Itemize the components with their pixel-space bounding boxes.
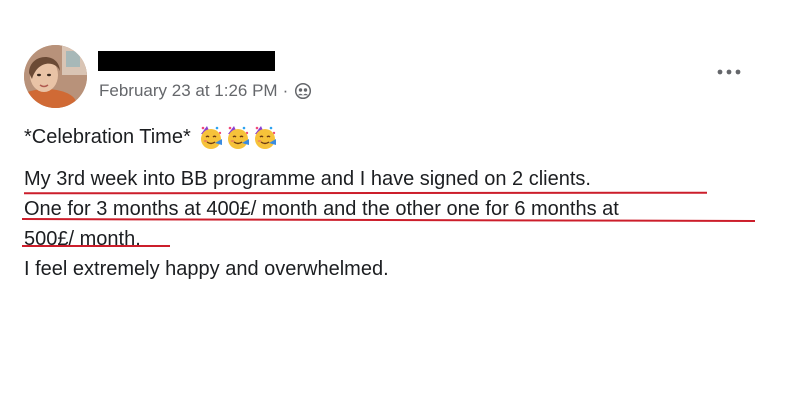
partying-face-emoji-icon (225, 124, 251, 150)
post-headline: *Celebration Time* (24, 124, 278, 150)
post-body-line: 500£/ month. (24, 228, 141, 250)
post-body-line: My 3rd week into BB programme and I have… (24, 168, 591, 190)
post-timestamp[interactable]: February 23 at 1:26 PM (99, 81, 278, 101)
avatar[interactable] (24, 45, 87, 108)
more-options-button[interactable] (714, 62, 744, 82)
partying-face-emoji-icon (252, 124, 278, 150)
post-body-line: I feel extremely happy and overwhelmed. (24, 258, 389, 280)
author-name-redacted[interactable] (98, 51, 275, 71)
headline-emojis (198, 124, 278, 150)
meta-separator: · (282, 81, 289, 100)
more-horizontal-icon (716, 63, 742, 81)
friends-globe-icon (294, 82, 312, 100)
partying-face-emoji-icon (198, 124, 224, 150)
post-meta: February 23 at 1:26 PM · (99, 81, 312, 101)
facebook-post: February 23 at 1:26 PM · *Celebration Ti… (0, 0, 790, 417)
post-body: My 3rd week into BB programme and I have… (24, 164, 774, 284)
headline-text: *Celebration Time* (24, 125, 191, 148)
highlight-underline (22, 245, 170, 247)
